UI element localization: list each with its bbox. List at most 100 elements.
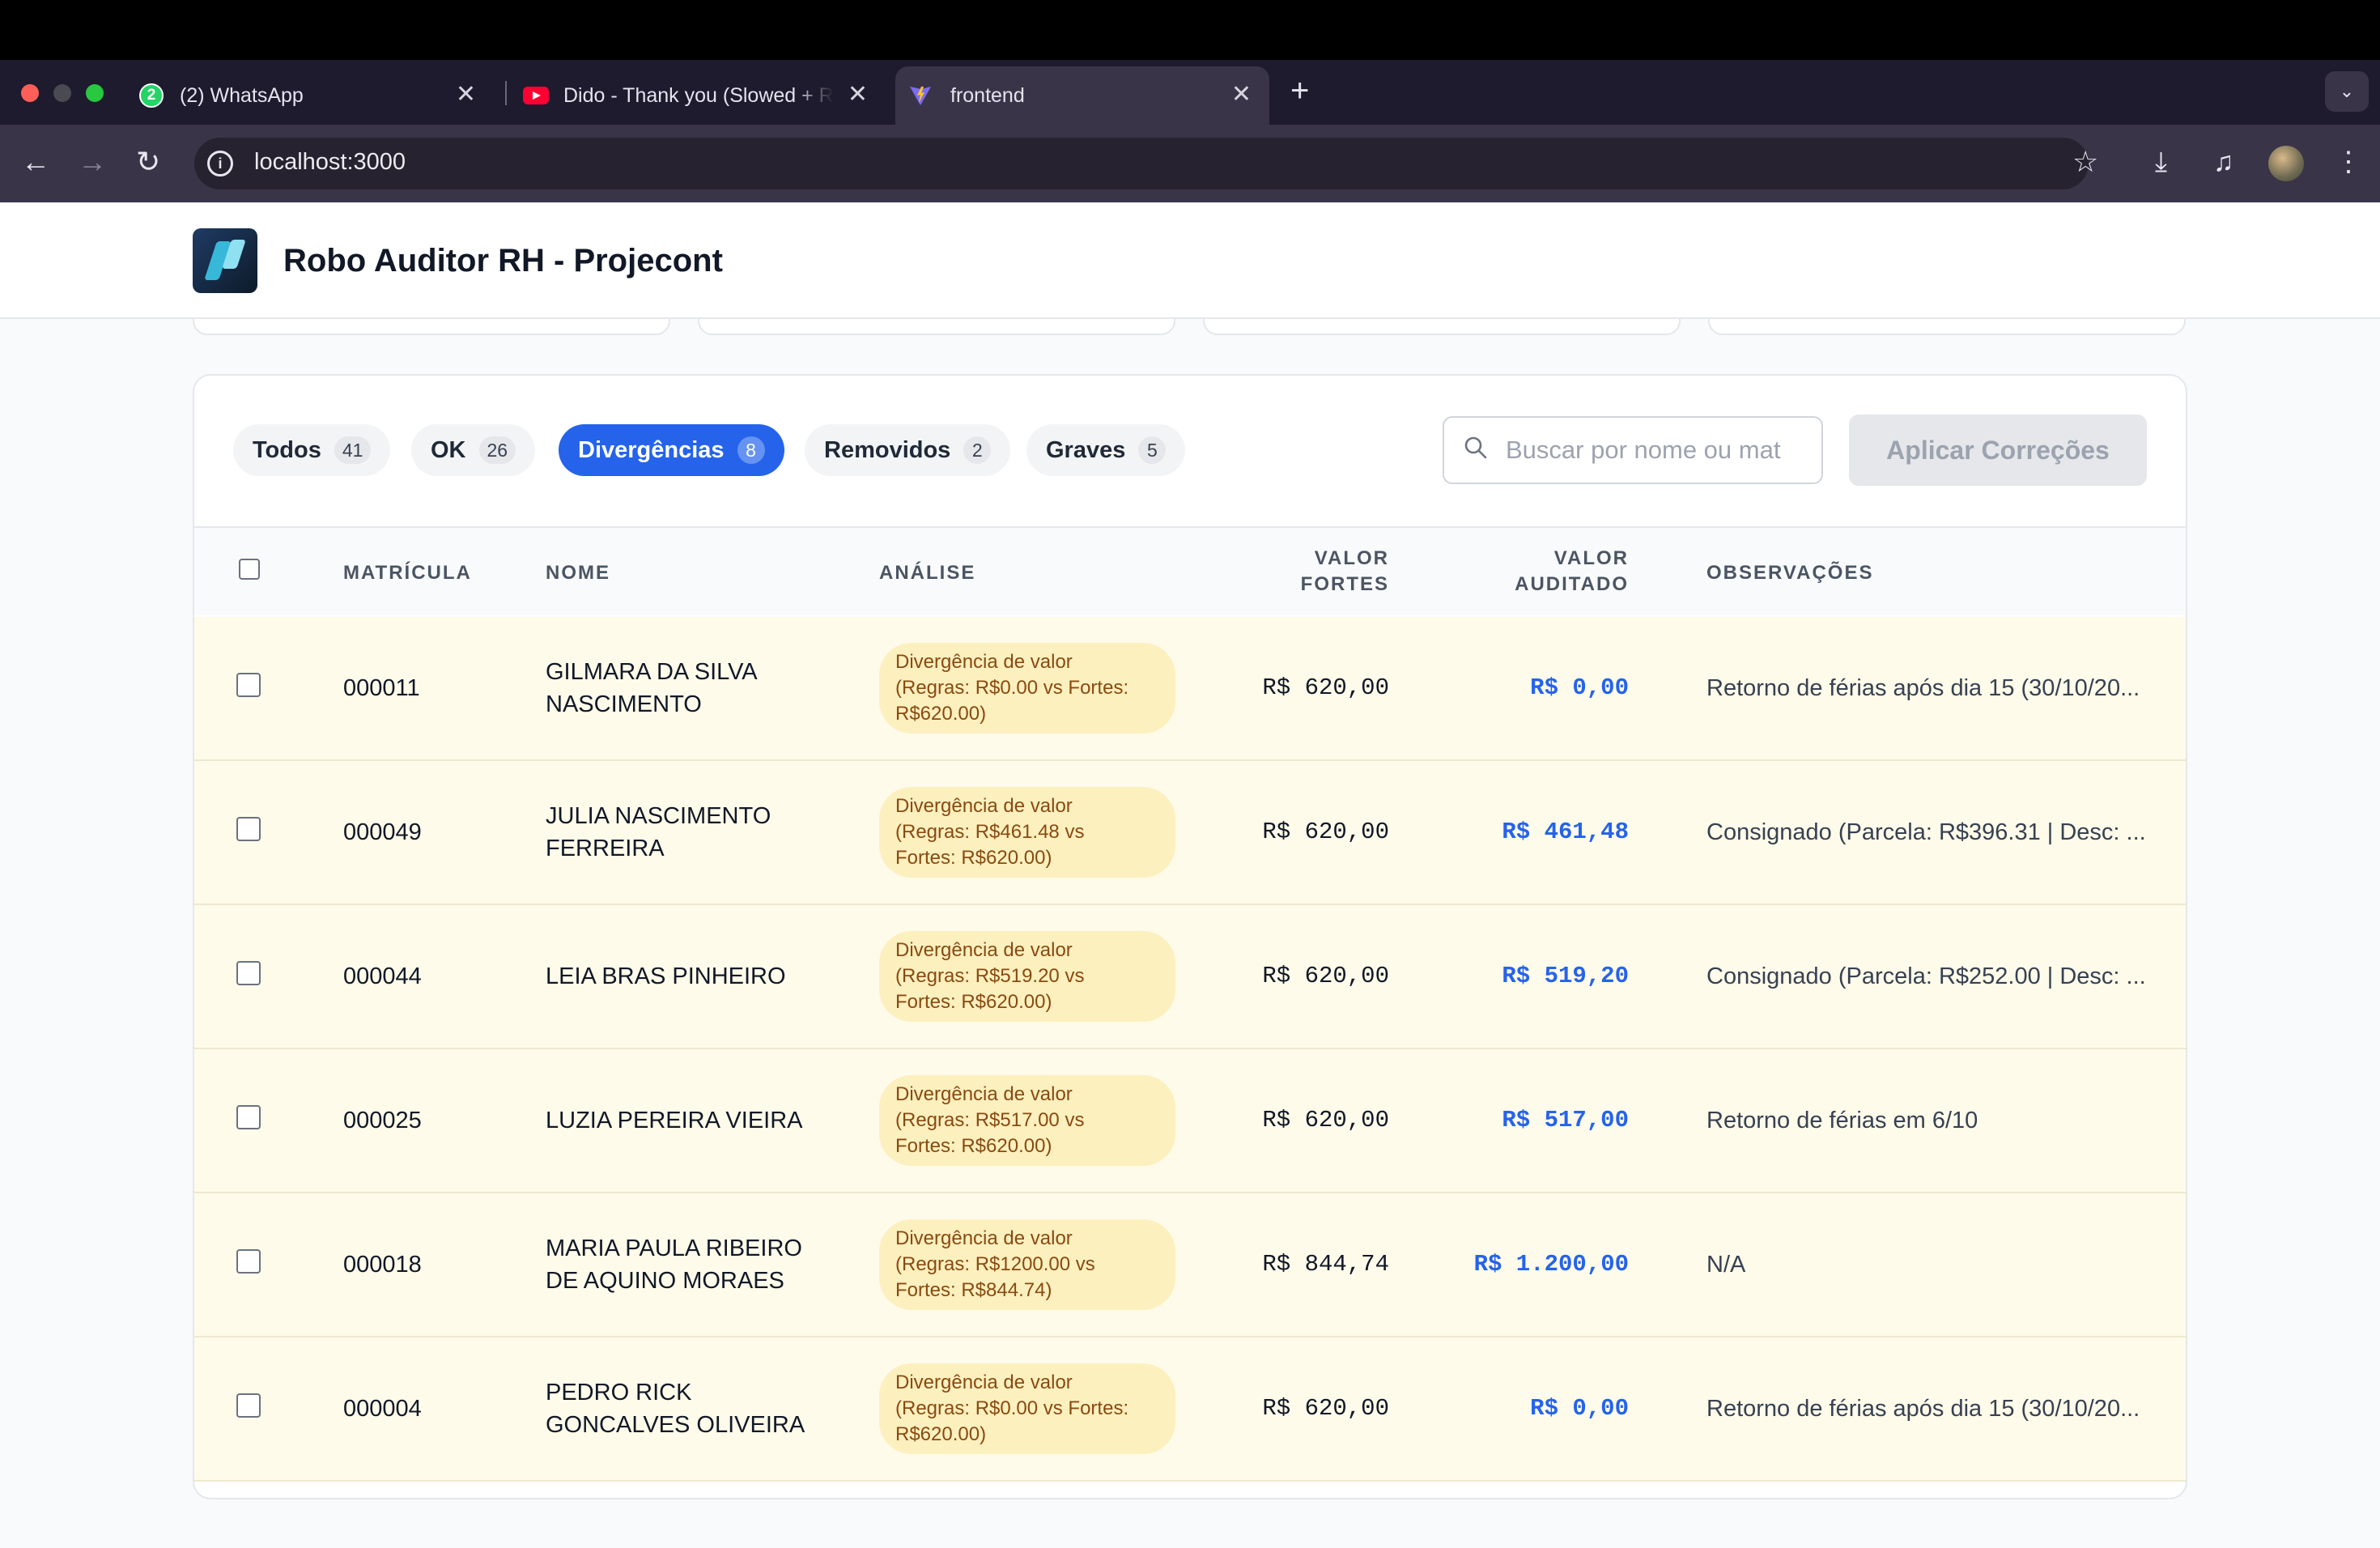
filter-label: Todos [253,436,321,463]
youtube-icon [523,87,549,104]
table-header [194,526,2186,615]
site-info-icon[interactable]: i [207,151,233,176]
row-checkbox[interactable] [236,1393,261,1418]
observacoes-cell: Retorno de férias após dia 15 (30/10/20.… [1706,1396,2140,1422]
badge-line: Divergência de valor [895,651,1073,673]
more-menu-icon[interactable]: ⋮ [2335,146,2362,178]
search-input[interactable] [1506,429,1813,471]
browser-tab-youtube[interactable]: Dido - Thank you (Slowed + R ✕ [513,66,886,125]
nome-cell: LEIA BRAS PINHEIRO [546,960,853,993]
tab-search-chevron-icon[interactable]: ⌄ [2325,71,2369,112]
address-bar[interactable] [194,138,2089,189]
window-minimize-button[interactable] [53,84,71,102]
forward-arrow-icon[interactable]: → [78,146,107,178]
badge-line: (Regras: R$461.48 vs [895,821,1085,843]
row-checkbox[interactable] [236,817,261,841]
close-icon[interactable]: ✕ [456,83,476,107]
filter-label: Graves [1046,436,1126,463]
column-header-valor-auditado[interactable]: VALOR AUDITADO [1467,546,1629,598]
select-all-checkbox[interactable] [239,559,260,580]
close-icon[interactable]: ✕ [848,83,868,107]
bookmark-star-icon[interactable]: ☆ [2072,146,2098,178]
reload-icon[interactable]: ↻ [136,146,160,178]
valor-auditado-cell: R$ 1.200,00 [1473,1251,1629,1278]
column-header-observacoes[interactable]: OBSERVAÇÕES [1706,562,1874,585]
row-checkbox[interactable] [236,1105,261,1129]
nome-cell: JULIA NASCIMENTO FERREIRA [546,800,853,865]
row-checkbox[interactable] [236,961,261,985]
filter-count: 8 [737,436,765,464]
filter-label: OK [431,436,466,463]
column-header-valor-fortes[interactable]: VALOR FORTES [1227,546,1389,598]
close-icon[interactable]: ✕ [1231,83,1252,107]
analise-badge: Divergência de valor (Regras: R$1200.00 v… [879,1219,1175,1310]
badge-line: (Regras: R$517.00 vs [895,1109,1085,1131]
window-close-button[interactable] [21,84,39,102]
download-icon[interactable]: ⤓ [2155,146,2167,178]
media-controls-icon[interactable]: ♫ [2213,146,2234,178]
filter-todos[interactable]: Todos 41 [233,424,391,476]
nome-line: PEDRO RICK [546,1380,692,1406]
matricula-cell: 000011 [343,675,420,701]
badge-line: Fortes: R$620.00) [895,847,1052,869]
nome-line: FERREIRA [546,836,665,861]
badge-line: (Regras: R$519.20 vs [895,965,1085,987]
matricula-cell: 000025 [343,1108,422,1133]
valor-fortes-cell: R$ 620,00 [1262,963,1389,989]
tab-title: frontend [950,83,1025,107]
valor-fortes-cell: R$ 620,00 [1262,1395,1389,1422]
filter-label: Divergências [578,436,725,463]
column-header-nome[interactable]: NOME [546,562,610,585]
filter-graves[interactable]: Graves 5 [1026,424,1186,476]
filter-label: Removidos [824,436,951,463]
browser-tab-whatsapp[interactable]: 2 (2) WhatsApp ✕ [130,66,494,125]
apply-corrections-button[interactable]: Aplicar Correções [1849,415,2147,486]
observacoes-cell: Retorno de férias após dia 15 (30/10/20.… [1706,675,2140,701]
profile-avatar[interactable] [2268,146,2304,181]
nome-cell: PEDRO RICK GONCALVES OLIVEIRA [546,1376,853,1441]
valor-fortes-cell: R$ 620,00 [1262,1107,1389,1133]
nome-line: LUZIA PEREIRA VIEIRA [546,1108,803,1133]
observacoes-cell: Retorno de férias em 6/10 [1706,1108,1978,1133]
url-text[interactable]: localhost:3000 [254,149,406,176]
badge-line: Fortes: R$620.00) [895,1135,1052,1157]
badge-line: (Regras: R$0.00 vs Fortes: [895,677,1129,699]
table-row[interactable] [194,1193,2186,1337]
nome-line: GILMARA DA SILVA [546,659,758,685]
back-arrow-icon[interactable]: ← [21,146,50,178]
filter-count: 41 [334,436,372,464]
nome-cell: MARIA PAULA RIBEIRO DE AQUINO MORAES [546,1232,853,1297]
row-checkbox[interactable] [236,673,261,697]
filter-count: 26 [478,436,516,464]
filter-removidos[interactable]: Removidos 2 [805,424,1011,476]
nome-cell: GILMARA DA SILVA NASCIMENTO [546,656,853,721]
badge-line: Fortes: R$620.00) [895,991,1052,1013]
valor-auditado-cell: R$ 517,00 [1502,1107,1629,1133]
new-tab-plus-icon[interactable]: + [1290,74,1309,107]
search-icon [1464,436,1487,459]
observacoes-cell: Consignado (Parcela: R$396.31 | Desc: ..… [1706,819,2146,845]
analise-badge: Divergência de valor (Regras: R$0.00 vs F… [879,1363,1175,1454]
valor-auditado-cell: R$ 519,20 [1502,963,1629,989]
matricula-cell: 000018 [343,1252,422,1278]
projecont-logo [193,228,257,293]
badge-line: Fortes: R$844.74) [895,1279,1052,1301]
window-zoom-button[interactable] [86,84,104,102]
analise-badge: Divergência de valor (Regras: R$519.20 vs… [879,931,1175,1022]
filter-divergencias[interactable]: Divergências 8 [559,424,784,476]
column-header-analise[interactable]: ANÁLISE [879,562,975,585]
browser-tab-frontend[interactable]: frontend ✕ [895,66,1269,125]
row-checkbox[interactable] [236,1249,261,1274]
analise-badge: Divergência de valor (Regras: R$461.48 vs… [879,787,1175,878]
valor-auditado-cell: R$ 0,00 [1530,1395,1629,1422]
nome-line: JULIA NASCIMENTO [546,803,771,829]
matricula-cell: 000004 [343,1396,422,1422]
filter-ok[interactable]: OK 26 [411,424,536,476]
matricula-cell: 000049 [343,819,422,845]
nome-cell: LUZIA PEREIRA VIEIRA [546,1104,853,1137]
badge-line: R$620.00) [895,1423,987,1445]
observacoes-cell: Consignado (Parcela: R$252.00 | Desc: ..… [1706,963,2146,989]
nome-line: DE AQUINO MORAES [546,1268,784,1294]
column-header-matricula[interactable]: MATRÍCULA [343,562,472,585]
screen-top-bar [0,0,2380,60]
